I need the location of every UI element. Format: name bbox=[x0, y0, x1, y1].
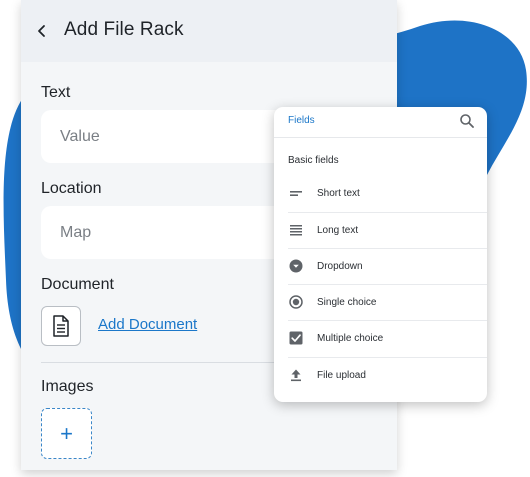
field-option-file-upload[interactable]: File upload bbox=[274, 358, 487, 394]
field-option-label: Short text bbox=[317, 188, 360, 199]
short-text-icon bbox=[289, 186, 303, 200]
text-field-label: Text bbox=[41, 84, 71, 101]
field-option-label: Multiple choice bbox=[317, 333, 384, 344]
field-option-label: Single choice bbox=[317, 297, 377, 308]
field-option-label: File upload bbox=[317, 370, 366, 381]
checkbox-icon bbox=[289, 331, 303, 345]
location-field-label: Location bbox=[41, 180, 102, 197]
basic-fields-heading: Basic fields bbox=[288, 155, 339, 166]
page-title: Add File Rack bbox=[64, 19, 184, 40]
search-icon[interactable] bbox=[459, 113, 475, 129]
form-header: Add File Rack bbox=[21, 0, 397, 62]
field-option-single-choice[interactable]: Single choice bbox=[274, 285, 487, 321]
document-icon-box[interactable] bbox=[41, 306, 81, 346]
radio-icon bbox=[289, 295, 303, 309]
add-document-link[interactable]: Add Document bbox=[98, 316, 197, 333]
fields-panel-title: Fields bbox=[288, 115, 315, 126]
fields-panel-header: Fields bbox=[274, 107, 487, 138]
document-field-label: Document bbox=[41, 276, 114, 293]
field-option-dropdown[interactable]: Dropdown bbox=[274, 249, 487, 285]
field-option-long-text[interactable]: Long text bbox=[274, 213, 487, 249]
document-icon bbox=[53, 315, 69, 337]
field-option-short-text[interactable]: Short text bbox=[274, 176, 487, 212]
back-button[interactable] bbox=[29, 18, 55, 44]
upload-icon bbox=[289, 368, 303, 382]
long-text-icon bbox=[289, 223, 303, 237]
images-field-label: Images bbox=[41, 378, 94, 395]
chevron-left-icon bbox=[38, 25, 45, 37]
field-option-multiple-choice[interactable]: Multiple choice bbox=[274, 321, 487, 357]
add-image-button[interactable]: + bbox=[41, 408, 92, 459]
field-option-label: Long text bbox=[317, 225, 359, 236]
dropdown-icon bbox=[289, 259, 303, 273]
fields-panel: Fields Basic fields Short text Long text bbox=[274, 107, 487, 402]
field-option-label: Dropdown bbox=[317, 261, 363, 272]
